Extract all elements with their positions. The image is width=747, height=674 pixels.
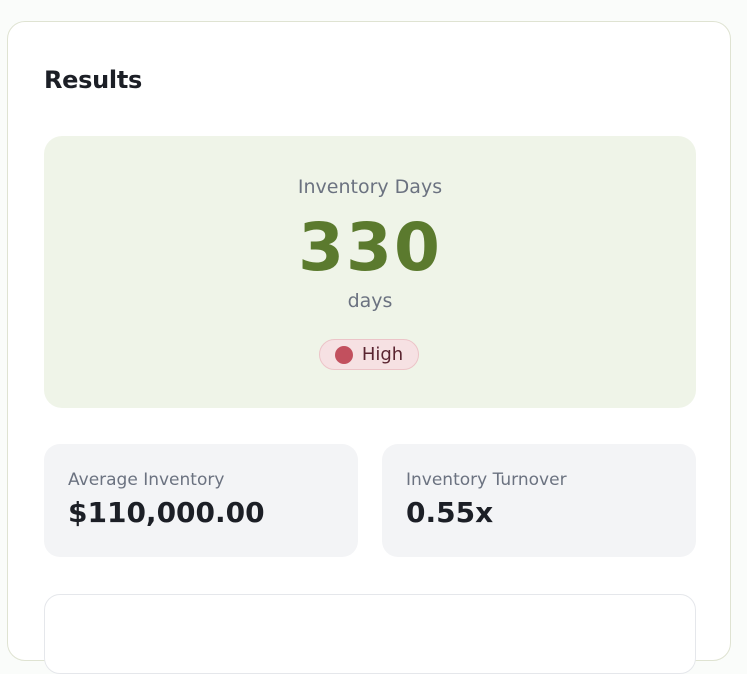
results-title: Results (44, 66, 143, 94)
average-inventory-label: Average Inventory (68, 470, 225, 490)
inventory-days-unit: days (347, 290, 393, 312)
status-badge-label: High (361, 344, 404, 365)
average-inventory-value: $110,000.00 (68, 496, 265, 529)
status-dot-icon (334, 345, 353, 364)
next-section-panel (44, 594, 696, 674)
results-card: Results Inventory Days 330 days High Ave… (7, 21, 731, 674)
inventory-turnover-label: Inventory Turnover (406, 470, 567, 490)
inventory-days-value: 330 (298, 209, 442, 286)
inventory-turnover-value: 0.55x (406, 496, 494, 529)
inventory-days-label: Inventory Days (297, 176, 443, 198)
inventory-turnover-stat: Inventory Turnover 0.55x (382, 444, 696, 557)
inventory-days-panel: Inventory Days 330 days High (44, 136, 696, 408)
status-badge: High (319, 339, 419, 370)
average-inventory-stat: Average Inventory $110,000.00 (44, 444, 358, 557)
